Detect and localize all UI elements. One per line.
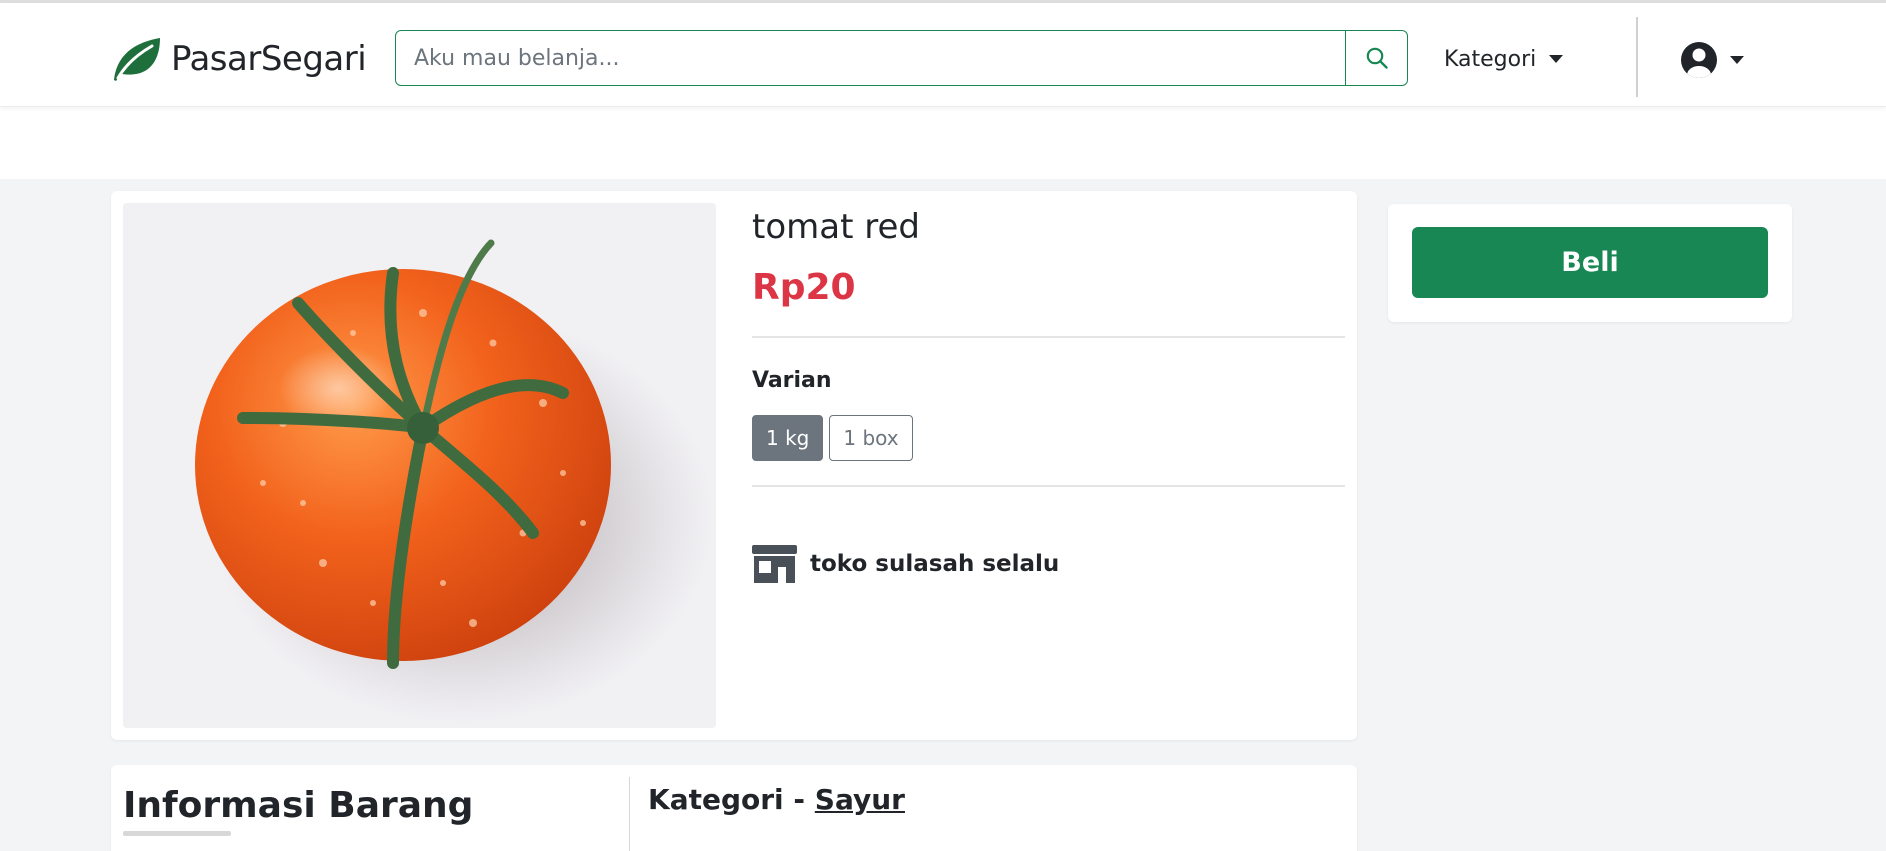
buy-button[interactable]: Beli [1412,227,1768,298]
tomato-photo [123,203,716,728]
leaf-icon [114,38,160,81]
product-details-card: Informasi Barang Kategori - Sayur [111,765,1357,851]
nav-divider [1636,17,1638,97]
title-underline [123,831,231,836]
brand-name: PasarSegari [171,39,367,79]
variant-option-1kg[interactable]: 1 kg [752,415,824,461]
product-price: Rp20 [752,267,856,308]
navbar: PasarSegari Kategori [0,3,1886,107]
search-input[interactable] [396,31,1345,85]
kategori-label: Kategori [1444,46,1537,72]
product-info: tomat red Rp20 Varian 1 kg 1 box toko su… [752,203,1345,583]
store-icon [752,545,797,583]
store-name: toko sulasah selalu [810,551,1060,577]
category-prefix: Kategori - [648,783,815,816]
search-button[interactable] [1345,31,1407,85]
store-row[interactable]: toko sulasah selalu [752,545,1345,583]
chevron-down-icon [1730,56,1744,64]
chevron-down-icon [1549,55,1564,63]
category-line: Kategori - Sayur [648,783,905,816]
divider [752,336,1345,338]
search-bar [395,30,1408,86]
product-card: tomat red Rp20 Varian 1 kg 1 box toko su… [111,191,1357,740]
column-divider [629,777,630,851]
variant-option-1box[interactable]: 1 box [829,415,913,461]
kategori-dropdown[interactable]: Kategori [1444,43,1564,75]
variant-label: Varian [752,368,832,393]
variant-group: 1 kg 1 box [752,415,1345,461]
section-title: Informasi Barang [123,785,474,826]
buy-card: Beli [1388,204,1792,322]
account-dropdown[interactable] [1680,40,1744,80]
search-icon [1366,47,1388,69]
brand[interactable]: PasarSegari [108,34,367,84]
user-circle-icon [1681,42,1717,78]
category-link[interactable]: Sayur [815,783,905,816]
divider [752,485,1345,487]
product-title: tomat red [752,207,920,247]
